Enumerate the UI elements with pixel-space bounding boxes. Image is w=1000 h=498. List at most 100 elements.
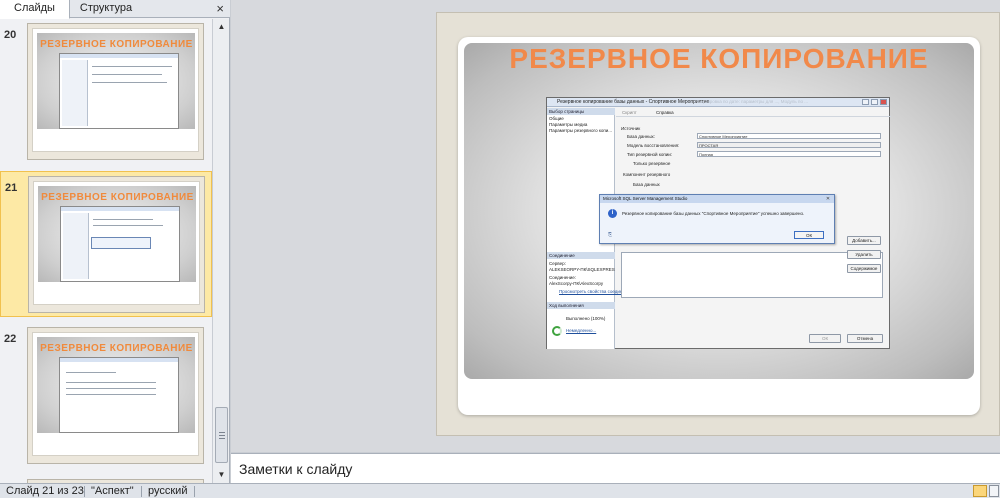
- thumbnail-frame: РЕЗЕРВНОЕ КОПИРОВАНИЕ: [27, 23, 204, 160]
- progress-text: Выполнено (100%): [566, 316, 606, 321]
- status-divider: [141, 486, 142, 497]
- thumbnail-line: [66, 382, 156, 383]
- tab-structure[interactable]: Структура: [71, 0, 141, 18]
- thumbnail-line: [92, 66, 172, 67]
- grip-line: [219, 435, 225, 436]
- normal-view-icon[interactable]: [973, 485, 987, 497]
- sidebar-header-pages: Выбор страницы: [547, 108, 615, 115]
- thumbnail-screenshot: [60, 206, 180, 282]
- close-icon: [880, 99, 887, 105]
- slide-counter: Слайд 21 из 23: [6, 485, 84, 497]
- thumbnail-number: 20: [4, 29, 17, 41]
- minimize-icon: [862, 99, 869, 105]
- close-icon[interactable]: ×: [216, 0, 224, 17]
- thumbnail-screenshot: [59, 53, 179, 129]
- thumbnail-title: РЕЗЕРВНОЕ КОПИРОВАНИЕ: [40, 343, 193, 354]
- thumbnail-dialog: [91, 237, 151, 249]
- add-button: Добавить...: [847, 236, 881, 245]
- screenshot-titlebar: Резервное копирование базы данных - Спор…: [547, 98, 889, 107]
- page-item-backup-options: Параметры резервного копи...: [549, 128, 613, 133]
- thumbnail-sidebar: [62, 60, 88, 126]
- contents-button: Содержимое: [847, 264, 881, 273]
- scroll-thumb[interactable]: [215, 407, 228, 463]
- toolbar-script: Скрипт: [622, 110, 637, 115]
- backup-type-field: Полная: [697, 151, 881, 157]
- message-box: Microsoft SQL Server Management Studio ✕…: [599, 194, 835, 244]
- server-label: Сервер:: [549, 261, 566, 266]
- thumbnail-frame: РЕЗЕРВНОЕ КОПИРОВАНИЕ: [27, 327, 204, 464]
- stop-link: Немедленно...: [566, 328, 597, 333]
- grip-line: [219, 432, 225, 433]
- thumbnail-line: [92, 74, 162, 75]
- message-box-title: Microsoft SQL Server Management Studio: [600, 195, 834, 203]
- screenshot-ghost-text: Сортировка по дате: параметры для ..., М…: [697, 99, 808, 104]
- source-label: Источник: [621, 126, 641, 131]
- current-slide[interactable]: РЕЗЕРВНОЕ КОПИРОВАНИЕ Резервное копирова…: [436, 12, 1000, 436]
- status-bar: Слайд 21 из 23 "Аспект" русский: [0, 483, 1000, 498]
- connection-value: AlexScorpy-ПК\AlexScorpy: [549, 281, 604, 286]
- ok-button: ОК: [809, 334, 841, 343]
- thumbnail-card: РЕЗЕРВНОЕ КОПИРОВАНИЕ: [33, 181, 200, 305]
- thumbnail-titlebar: [60, 54, 178, 58]
- notes-pane[interactable]: Заметки к слайду: [231, 453, 1000, 483]
- recovery-field: ПРОСТАЯ: [697, 142, 881, 148]
- toolbar-help: Справка: [656, 110, 674, 115]
- thumbnail-titlebar: [60, 358, 178, 362]
- thumbnail-slide-21[interactable]: 21 РЕЗЕРВНОЕ КОПИРОВАНИЕ: [0, 171, 212, 317]
- db-label: База данных:: [627, 134, 656, 139]
- close-icon: ✕: [825, 196, 831, 202]
- embedded-screenshot[interactable]: Резервное копирование базы данных - Спор…: [546, 97, 891, 349]
- thumbnail-line: [66, 388, 156, 389]
- recovery-label: Модель восстановления:: [627, 143, 680, 148]
- tab-slides[interactable]: Слайды: [0, 0, 70, 19]
- panel-tabbar: Слайды Структура ×: [0, 0, 230, 19]
- remove-button: Удалить: [847, 250, 881, 259]
- connection-label: Соединение:: [549, 275, 577, 280]
- copy-icon: ⎘: [608, 232, 613, 238]
- thumbnail-slide-22[interactable]: 22 РЕЗЕРВНОЕ КОПИРОВАНИЕ: [0, 323, 212, 469]
- thumbnail-slide-23[interactable]: [0, 475, 212, 483]
- thumbnails-scrollbar[interactable]: ▲ ▼: [212, 19, 229, 483]
- scroll-up-icon[interactable]: ▲: [215, 20, 228, 33]
- thumbnail-slide-20[interactable]: 20 РЕЗЕРВНОЕ КОПИРОВАНИЕ: [0, 19, 212, 165]
- info-icon: i: [608, 209, 617, 218]
- thumbnail-line: [93, 225, 163, 226]
- thumbnail-screenshot: [59, 357, 179, 433]
- message-box-text: Резервное копирование базы данных "Спорт…: [622, 211, 805, 216]
- slide-title[interactable]: РЕЗЕРВНОЕ КОПИРОВАНИЕ: [458, 43, 980, 75]
- screenshot-toolbar: Скрипт Справка: [616, 108, 891, 117]
- slide-card: РЕЗЕРВНОЕ КОПИРОВАНИЕ Резервное копирова…: [458, 37, 980, 415]
- progress-spinner-icon: [552, 326, 562, 336]
- copy-only-label: Только резервное: [633, 161, 671, 166]
- notes-placeholder[interactable]: Заметки к слайду: [239, 461, 352, 477]
- scroll-down-icon[interactable]: ▼: [215, 468, 228, 481]
- slide-sorter-icon[interactable]: [989, 485, 999, 497]
- slide-thumbnails: 20 РЕЗЕРВНОЕ КОПИРОВАНИЕ 21 РЕЗЕРВНОЕ КО…: [0, 19, 212, 483]
- thumbnail-title: РЕЗЕРВНОЕ КОПИРОВАНИЕ: [40, 39, 193, 50]
- slides-panel: Слайды Структура × 20 РЕЗЕРВНОЕ КОПИРОВА…: [0, 0, 230, 483]
- cancel-button: Отмена: [847, 334, 883, 343]
- status-divider: [194, 486, 195, 497]
- page-item-general: Общие: [549, 116, 564, 121]
- thumbnail-line: [92, 82, 167, 83]
- theme-name[interactable]: "Аспект": [91, 484, 134, 498]
- component-label: Компонент резервного: [623, 172, 671, 177]
- status-divider: [84, 486, 85, 497]
- backup-type-label: Тип резервной копии:: [627, 152, 673, 157]
- language-indicator[interactable]: русский: [148, 484, 187, 498]
- maximize-icon: [871, 99, 878, 105]
- thumbnail-titlebar: [61, 207, 179, 211]
- screenshot-window-title: Резервное копирование базы данных - Спор…: [557, 99, 710, 105]
- page-item-media: Параметры медиа: [549, 122, 588, 127]
- grip-line: [219, 438, 225, 439]
- slide-canvas: РЕЗЕРВНОЕ КОПИРОВАНИЕ Резервное копирова…: [231, 0, 1000, 452]
- thumbnail-card: РЕЗЕРВНОЕ КОПИРОВАНИЕ: [32, 332, 199, 456]
- database-radio: База данных: [633, 182, 660, 187]
- server-value: ALEKSEORPY-ПК\SQLEXPRES: [549, 267, 615, 272]
- thumbnail-line: [66, 372, 116, 373]
- thumbnail-line: [66, 394, 156, 395]
- sidebar-header-connection: Соединение: [547, 252, 615, 259]
- thumbnail-number: 21: [5, 182, 18, 194]
- message-ok-button: ОК: [794, 231, 824, 239]
- thumbnail-number: 22: [4, 333, 17, 345]
